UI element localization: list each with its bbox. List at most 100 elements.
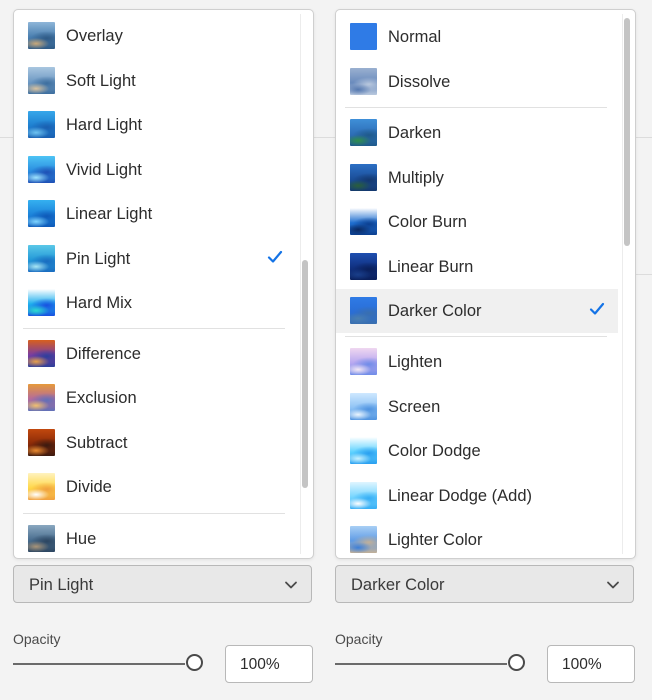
menu-item-vivid-light[interactable]: Vivid Light (14, 148, 296, 192)
exclusion-thumbnail (28, 384, 55, 411)
opacity-slider-handle[interactable] (508, 654, 525, 671)
menu-item-screen[interactable]: Screen (336, 385, 618, 429)
menu-divider (345, 336, 607, 337)
menu-item-label: Darken (388, 123, 442, 142)
lighter-color-thumbnail (350, 526, 377, 553)
menu-item-darker-color[interactable]: Darker Color (336, 289, 618, 333)
scrollbar-thumb[interactable] (624, 18, 630, 246)
menu-item-label: Linear Light (66, 204, 153, 223)
normal-thumbnail (350, 23, 377, 50)
hard-mix-thumbnail (28, 289, 55, 316)
menu-item-label: Multiply (388, 168, 444, 187)
linear-dodge-thumbnail (350, 482, 377, 509)
blend-mode-picker-left[interactable]: Pin Light (13, 565, 312, 603)
background-divider (313, 137, 335, 138)
dissolve-thumbnail (350, 68, 377, 95)
opacity-input[interactable]: 100% (225, 645, 313, 683)
menu-item-color-burn[interactable]: Color Burn (336, 200, 618, 244)
background-divider (635, 137, 652, 138)
picker-value: Pin Light (29, 576, 94, 594)
blend-mode-menu-right[interactable]: Normal Dissolve Darken Multiply Color Bu… (335, 9, 636, 559)
pin-light-thumbnail (28, 245, 55, 272)
menu-item-label: Overlay (66, 26, 123, 45)
screen-thumbnail (350, 393, 377, 420)
opacity-slider-track[interactable] (335, 663, 507, 665)
divide-thumbnail (28, 473, 55, 500)
menu-item-label: Darker Color (388, 301, 482, 320)
menu-item-multiply[interactable]: Multiply (336, 156, 618, 200)
opacity-label: Opacity (13, 631, 61, 647)
menu-item-label: Lighter Color (388, 530, 483, 549)
menu-divider (23, 328, 285, 329)
menu-item-linear-burn[interactable]: Linear Burn (336, 245, 618, 289)
menu-item-dissolve[interactable]: Dissolve (336, 60, 618, 104)
multiply-thumbnail (350, 164, 377, 191)
menu-item-label: Hard Mix (66, 293, 133, 312)
menu-item-normal[interactable]: Normal (336, 15, 618, 59)
menu-divider (23, 513, 285, 514)
lighten-thumbnail (350, 348, 377, 375)
menu-item-darken[interactable]: Darken (336, 111, 618, 155)
scrollbar-thumb[interactable] (302, 260, 308, 488)
menu-item-divide[interactable]: Divide (14, 465, 296, 509)
darker-color-thumbnail (350, 297, 377, 324)
subtract-thumbnail (28, 429, 55, 456)
blend-mode-picker-right[interactable]: Darker Color (335, 565, 634, 603)
menu-item-exclusion[interactable]: Exclusion (14, 376, 296, 420)
opacity-slider-track[interactable] (13, 663, 185, 665)
menu-item-label: Soft Light (66, 71, 136, 90)
linear-burn-thumbnail (350, 253, 377, 280)
darken-thumbnail (350, 119, 377, 146)
menu-item-overlay[interactable]: Overlay (14, 14, 296, 58)
opacity-label: Opacity (335, 631, 383, 647)
checkmark-icon (267, 250, 283, 263)
chevron-down-icon (607, 581, 619, 589)
menu-item-label: Linear Burn (388, 257, 474, 276)
menu-item-label: Divide (66, 477, 112, 496)
linear-light-thumbnail (28, 200, 55, 227)
menu-item-label: Subtract (66, 433, 128, 452)
menu-item-label: Pin Light (66, 249, 131, 268)
menu-item-hard-light[interactable]: Hard Light (14, 103, 296, 147)
color-burn-thumbnail (350, 208, 377, 235)
background-divider (635, 274, 652, 275)
menu-item-label: Normal (388, 27, 442, 46)
menu-item-lighten[interactable]: Lighten (336, 340, 618, 384)
menu-item-linear-light[interactable]: Linear Light (14, 192, 296, 236)
opacity-slider-handle[interactable] (186, 654, 203, 671)
background-divider (0, 137, 13, 138)
menu-item-color-dodge[interactable]: Color Dodge (336, 429, 618, 473)
menu-item-soft-light[interactable]: Soft Light (14, 59, 296, 103)
overlay-thumbnail (28, 22, 55, 49)
chevron-down-icon (285, 581, 297, 589)
menu-item-subtract[interactable]: Subtract (14, 421, 296, 465)
checkmark-icon (589, 302, 605, 315)
hue-thumbnail (28, 525, 55, 552)
opacity-value: 100% (562, 656, 602, 673)
menu-item-label: Color Dodge (388, 441, 481, 460)
menu-item-label: Hard Light (66, 115, 143, 134)
opacity-value: 100% (240, 656, 280, 673)
menu-item-pin-light[interactable]: Pin Light (14, 237, 296, 281)
menu-item-label: Difference (66, 344, 141, 363)
menu-item-label: Exclusion (66, 388, 137, 407)
menu-item-label: Lighten (388, 352, 443, 371)
menu-item-hard-mix[interactable]: Hard Mix (14, 281, 296, 325)
menu-item-difference[interactable]: Difference (14, 332, 296, 376)
menu-item-lighter-color[interactable]: Lighter Color (336, 518, 618, 558)
menu-item-label: Screen (388, 397, 441, 416)
picker-value: Darker Color (351, 576, 445, 594)
menu-item-label: Hue (66, 529, 97, 548)
menu-item-label: Vivid Light (66, 160, 142, 179)
menu-item-hue[interactable]: Hue (14, 517, 296, 558)
opacity-input[interactable]: 100% (547, 645, 635, 683)
menu-divider (345, 107, 607, 108)
vivid-light-thumbnail (28, 156, 55, 183)
menu-item-label: Dissolve (388, 72, 451, 91)
difference-thumbnail (28, 340, 55, 367)
menu-item-label: Color Burn (388, 212, 467, 231)
hard-light-thumbnail (28, 111, 55, 138)
menu-item-linear-dodge-add[interactable]: Linear Dodge (Add) (336, 474, 618, 518)
soft-light-thumbnail (28, 67, 55, 94)
blend-mode-menu-left[interactable]: Overlay Soft Light Hard Light Vivid Ligh… (13, 9, 314, 559)
